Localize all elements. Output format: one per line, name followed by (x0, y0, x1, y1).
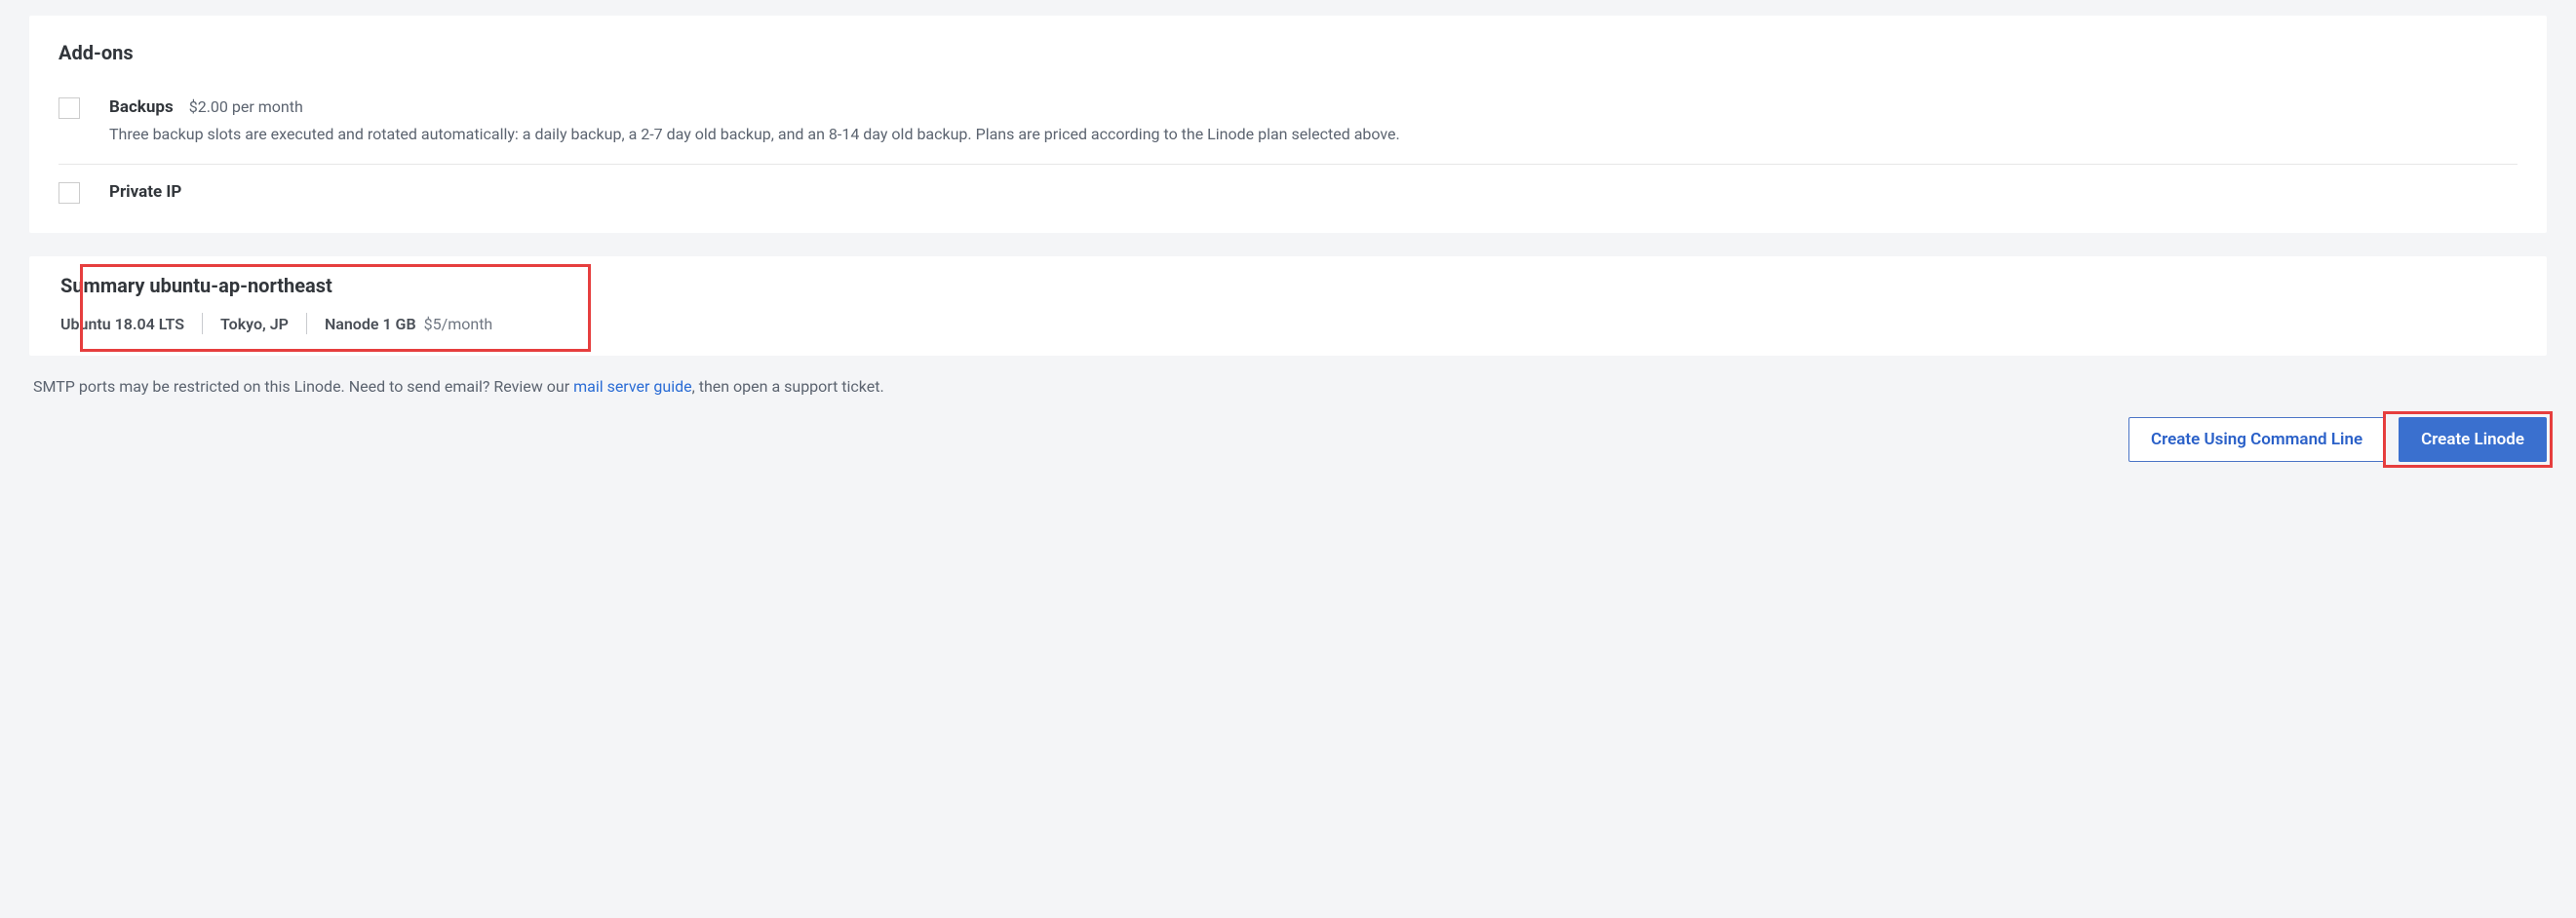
backups-content: Backups $2.00 per month Three backup slo… (109, 97, 2517, 146)
summary-separator (306, 313, 307, 334)
backups-checkbox[interactable] (59, 97, 80, 119)
private-ip-header: Private IP (109, 182, 2517, 202)
summary-line: Ubuntu 18.04 LTS Tokyo, JP Nanode 1 GB $… (60, 313, 2517, 334)
private-ip-checkbox[interactable] (59, 182, 80, 204)
create-linode-button[interactable]: Create Linode (2399, 417, 2547, 462)
summary-title: Summary ubuntu-ap-northeast (60, 274, 2517, 297)
summary-plan-price: $5/month (424, 315, 493, 333)
backups-price: $2.00 per month (189, 97, 303, 116)
addons-card: Add-ons Backups $2.00 per month Three ba… (29, 16, 2547, 233)
addon-private-ip: Private IP (59, 165, 2517, 208)
create-using-cli-button[interactable]: Create Using Command Line (2128, 417, 2385, 462)
note-text-before: SMTP ports may be restricted on this Lin… (33, 377, 573, 396)
private-ip-name: Private IP (109, 182, 181, 202)
note-text-after: , then open a support ticket. (692, 377, 884, 396)
actions-row: Create Using Command Line Create Linode (29, 417, 2547, 462)
addon-backups: Backups $2.00 per month Three backup slo… (59, 86, 2517, 165)
summary-plan-name: Nanode 1 GB (325, 315, 416, 333)
summary-region: Tokyo, JP (220, 315, 289, 333)
backups-header: Backups $2.00 per month (109, 97, 2517, 117)
smtp-note: SMTP ports may be restricted on this Lin… (29, 377, 2547, 396)
summary-os: Ubuntu 18.04 LTS (60, 315, 184, 333)
summary-separator (202, 313, 203, 334)
mail-server-guide-link[interactable]: mail server guide (573, 377, 692, 396)
addons-title: Add-ons (59, 41, 2517, 64)
summary-plan: Nanode 1 GB $5/month (325, 315, 492, 333)
backups-name: Backups (109, 97, 174, 117)
summary-card: Summary ubuntu-ap-northeast Ubuntu 18.04… (29, 256, 2547, 356)
private-ip-content: Private IP (109, 182, 2517, 208)
backups-description: Three backup slots are executed and rota… (109, 123, 2517, 146)
